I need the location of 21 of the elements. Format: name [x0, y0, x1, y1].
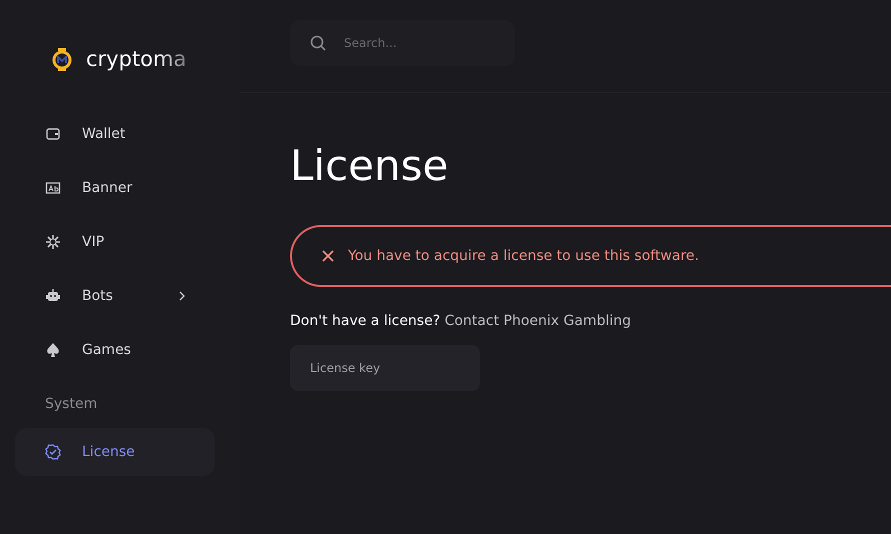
nav-item[interactable]: Banner	[15, 164, 215, 212]
wallet-icon	[45, 126, 61, 142]
nav-item[interactable]: License	[15, 428, 215, 476]
search-field[interactable]: Search...	[290, 20, 515, 66]
ad-card-icon	[45, 180, 61, 196]
badge-check-icon	[45, 444, 61, 460]
section-heading: System	[44, 395, 98, 414]
nav-item[interactable]: Games	[15, 326, 215, 374]
error-message: You have to acquire a license to use this software.	[348, 248, 699, 264]
close-icon	[322, 250, 334, 262]
sparkle-icon	[45, 234, 61, 250]
license-key-field[interactable]: License key	[290, 345, 480, 391]
logo-icon	[52, 46, 72, 70]
spade-icon	[45, 342, 61, 358]
nav-item[interactable]: Wallet	[15, 110, 215, 158]
prompt-text: Don't have a license?	[290, 313, 440, 329]
robot-icon	[45, 288, 61, 304]
contact-link[interactable]: Contact Phoenix Gambling	[444, 313, 631, 329]
nav-item[interactable]: VIP	[15, 218, 215, 266]
page-title: License	[290, 141, 450, 191]
nav-item[interactable]: Bots	[15, 272, 215, 320]
